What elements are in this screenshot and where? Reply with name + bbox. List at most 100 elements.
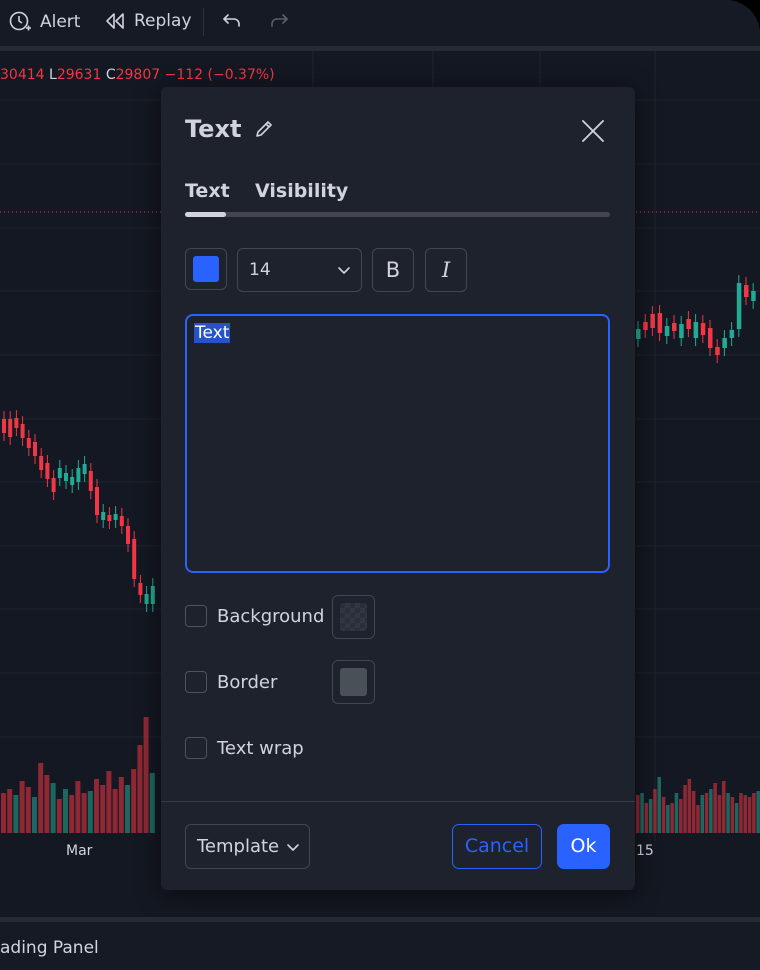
text-wrap-option: Text wrap [185, 737, 304, 759]
close-button[interactable] [579, 117, 607, 145]
volume-bar [143, 717, 149, 833]
volume-bar [666, 805, 670, 833]
template-label: Template [197, 836, 280, 857]
volume-bar [747, 797, 752, 833]
bold-label: B [385, 258, 401, 282]
volume-bar [756, 791, 760, 833]
volume-bar [696, 805, 700, 833]
font-size-select[interactable]: 14 [237, 248, 362, 292]
transparent-color-swatch [340, 603, 367, 631]
border-color-button[interactable] [332, 660, 375, 704]
volume-bar [81, 793, 87, 833]
volume-bar [657, 777, 661, 833]
volume-bar [87, 791, 93, 833]
bold-button[interactable]: B [372, 248, 414, 292]
italic-button[interactable]: I [425, 248, 467, 292]
text-color-swatch [193, 256, 219, 282]
alert-button[interactable]: Alert [8, 10, 80, 34]
ohlc-open-value: 30414 [0, 67, 45, 83]
volume-bar [700, 795, 704, 833]
volume-bar [752, 793, 756, 833]
volume-bar [722, 781, 726, 833]
ohlc-legend: 30414 L29631 C29807 −112 (−0.37%) [0, 67, 275, 83]
volume-bar [63, 789, 68, 833]
text-settings-dialog: Text Text Visibility 14 B I Text Backgro… [161, 87, 635, 890]
bottom-panel-separator [0, 917, 760, 922]
volume-bar [106, 771, 112, 833]
tab-track [185, 212, 610, 217]
volume-bar [25, 787, 31, 833]
font-size-value: 14 [249, 260, 271, 280]
volume-bar [1, 793, 6, 833]
text-input-value: Text [194, 323, 231, 343]
border-option: Border [185, 671, 277, 693]
volume-bar [125, 785, 130, 833]
volume-bar [661, 797, 666, 833]
italic-label: I [441, 258, 451, 282]
volume-bar [713, 783, 717, 833]
volume-bar [739, 793, 743, 833]
volume-bar [69, 795, 75, 833]
text-input[interactable]: Text [185, 314, 610, 573]
volume-bar [683, 785, 687, 833]
tab-text[interactable]: Text [185, 180, 230, 202]
template-dropdown[interactable]: Template [185, 824, 310, 869]
border-checkbox[interactable] [185, 671, 207, 693]
volume-bar [743, 795, 747, 833]
footer-divider [161, 801, 635, 802]
volume-bar [691, 791, 696, 833]
text-color-button[interactable] [185, 248, 227, 290]
background-label: Background [217, 605, 325, 627]
volume-bar [94, 779, 99, 833]
time-axis-label-mar: Mar [66, 843, 93, 859]
replay-rewind-icon [106, 13, 124, 29]
ohlc-close-value: 29807 [115, 67, 161, 83]
cancel-button[interactable]: Cancel [452, 824, 542, 869]
volume-bar [730, 797, 735, 833]
ok-button[interactable]: Ok [557, 824, 610, 869]
volume-bar [674, 793, 679, 833]
rename-pencil-icon[interactable] [253, 118, 275, 140]
volume-bar [679, 799, 683, 833]
app-window: Alert Replay 30414 L29631 C29807 −112 (−… [0, 0, 760, 970]
background-checkbox[interactable] [185, 605, 207, 627]
tab-visibility[interactable]: Visibility [255, 180, 348, 202]
ohlc-close-label: C [105, 67, 116, 83]
chevron-down-icon [287, 844, 299, 851]
text-wrap-checkbox[interactable] [185, 737, 207, 759]
alert-label: Alert [40, 12, 81, 32]
volume-bar [75, 781, 81, 833]
trading-panel-tab[interactable]: ading Panel [0, 938, 99, 958]
chevron-down-icon [338, 267, 350, 274]
alert-clock-icon [9, 11, 31, 31]
border-color-swatch [340, 668, 367, 696]
volume-bar [13, 795, 19, 833]
volume-bar [56, 799, 62, 833]
volume-bar [118, 777, 124, 833]
volume-bar [19, 781, 25, 833]
volume-bar [44, 775, 50, 833]
dialog-title: Text [185, 115, 242, 143]
volume-bar [112, 789, 118, 833]
volume-bar [137, 745, 143, 833]
replay-button[interactable]: Replay [104, 10, 192, 32]
volume-bar [648, 799, 653, 833]
volume-bar [131, 769, 137, 833]
border-label: Border [217, 671, 278, 693]
text-wrap-label: Text wrap [217, 737, 304, 759]
volume-bar [50, 783, 56, 833]
undo-icon [223, 14, 240, 27]
volume-bar [687, 779, 692, 833]
ohlc-change: −112 (−0.37%) [164, 67, 275, 83]
undo-button[interactable] [221, 10, 243, 32]
volume-bar [38, 763, 44, 833]
background-option: Background [185, 605, 324, 627]
volume-bar [640, 793, 644, 833]
volume-bar [726, 793, 730, 833]
redo-button[interactable] [268, 10, 290, 32]
background-color-button[interactable] [332, 595, 375, 639]
volume-bar [100, 785, 106, 833]
toolbar-separator [203, 8, 204, 36]
volume-bar [704, 793, 709, 833]
volume-bar [7, 789, 13, 833]
